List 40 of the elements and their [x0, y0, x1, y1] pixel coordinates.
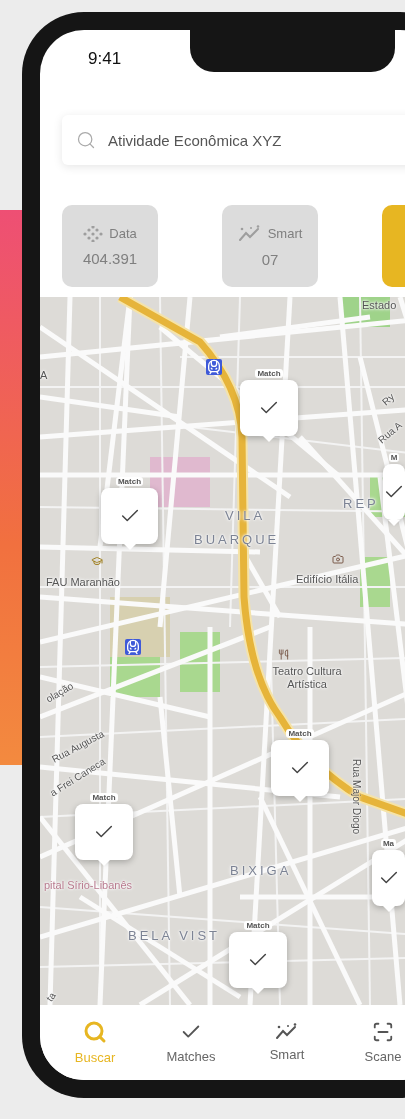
- marker-label: Match: [286, 729, 314, 738]
- graduation-cap-icon: [91, 555, 103, 567]
- search-field[interactable]: Atividade Econômica XYZ: [62, 115, 405, 165]
- dots-icon: [83, 225, 104, 242]
- map-label: FAU Maranhão: [46, 576, 120, 589]
- map-label: Edifício Itália: [296, 573, 359, 586]
- utensils-icon: [278, 649, 289, 660]
- marker-label: M: [388, 453, 400, 462]
- map-label: pital Sírio-Libanês: [44, 879, 133, 892]
- scan-icon: [372, 1021, 394, 1043]
- status-time: 9:41: [88, 49, 122, 69]
- train-icon: [125, 639, 141, 655]
- marker-label: Match: [255, 369, 283, 378]
- sparkle-chart-icon: [237, 224, 262, 243]
- map-label: Rua A: [376, 419, 405, 446]
- map-label: A: [40, 369, 48, 382]
- sparkle-chart-icon: [275, 1023, 299, 1041]
- card-value: 404.391: [82, 249, 138, 267]
- map-label: Ry: [380, 391, 397, 408]
- map-label: BELA VIST: [128, 929, 221, 944]
- search-icon: [76, 130, 96, 150]
- train-icon: [206, 359, 222, 375]
- map-label: BIXIGA: [230, 864, 292, 879]
- map-label: Rua Major Diogo: [350, 759, 362, 835]
- camera-icon: [332, 553, 344, 565]
- nav-tab[interactable]: Smart: [239, 1005, 335, 1080]
- marker-label: Match: [115, 477, 144, 486]
- marker-label: Match: [90, 793, 118, 802]
- map-label: Teatro Cultura Artística: [271, 665, 343, 691]
- filter-card[interactable]: Smart 07: [222, 205, 318, 287]
- marker-label: Ma: [380, 839, 397, 848]
- card-label: Smart: [267, 226, 303, 241]
- search-value: Atividade Econômica XYZ: [108, 131, 282, 149]
- card-value: 07: [261, 250, 279, 268]
- marker-label: Match: [244, 921, 272, 930]
- nav-tab[interactable]: Matches: [143, 1005, 239, 1080]
- card-label: Data: [109, 226, 137, 241]
- nav-tab[interactable]: Scane: [335, 1005, 405, 1080]
- map-label: ta: [44, 990, 59, 1004]
- search-icon: [83, 1020, 107, 1044]
